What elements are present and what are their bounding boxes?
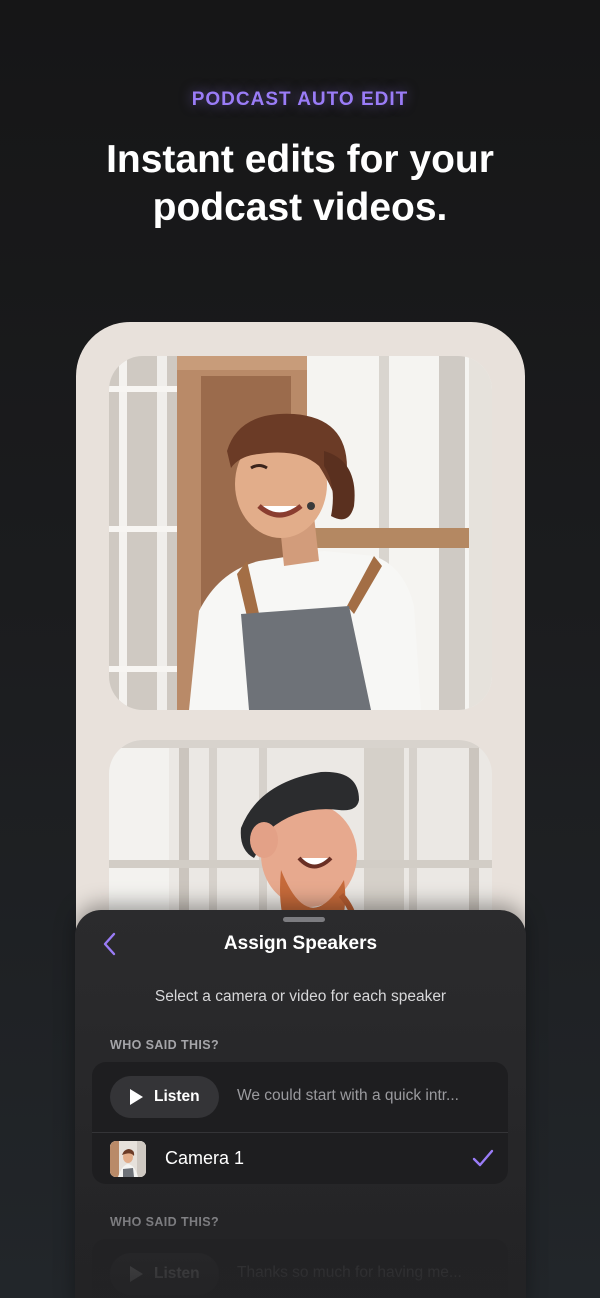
sheet-subtitle: Select a camera or video for each speake…: [154, 988, 447, 1005]
headline-line-2: podcast videos.: [152, 186, 448, 229]
listen-button-2[interactable]: Listen: [110, 1253, 219, 1295]
feature-eyebrow: PODCAST AUTO EDIT: [191, 89, 409, 110]
woman-photo-illustration: [109, 356, 492, 710]
play-icon: [130, 1089, 143, 1105]
play-icon: [130, 1266, 143, 1282]
speaker-card: Listen We could start with a quick intr.…: [92, 1062, 508, 1184]
speaker-video-woman[interactable]: [109, 356, 492, 710]
clip-quote-2: Thanks so much for having me...: [237, 1264, 462, 1281]
section-label: WHO SAID THIS?: [110, 1038, 220, 1052]
headline-line-1: Instant edits for your: [106, 138, 494, 181]
camera-option[interactable]: Camera 1: [92, 1133, 508, 1184]
clip-quote: We could start with a quick intr...: [237, 1087, 459, 1104]
speaker-card-2: Listen Thanks so much for having me...: [92, 1239, 508, 1298]
sheet-title: Assign Speakers: [223, 933, 378, 954]
listen-button[interactable]: Listen: [110, 1076, 219, 1118]
headline: Instant edits for your podcast videos.: [0, 136, 600, 232]
sheet-grabber[interactable]: [283, 917, 325, 922]
listen-label: Listen: [154, 1265, 200, 1282]
camera-thumbnail-image: [110, 1141, 146, 1177]
camera-thumbnail: [110, 1141, 146, 1177]
clip-row: Listen We could start with a quick intr.…: [92, 1062, 508, 1132]
section-label-2: WHO SAID THIS?: [110, 1215, 220, 1229]
checkmark-icon: [472, 1149, 494, 1167]
listen-label: Listen: [154, 1088, 200, 1105]
camera-label: Camera 1: [165, 1148, 245, 1168]
assign-speakers-sheet: Assign Speakers Select a camera or video…: [75, 910, 526, 1298]
clip-row-2: Listen Thanks so much for having me...: [92, 1239, 508, 1298]
